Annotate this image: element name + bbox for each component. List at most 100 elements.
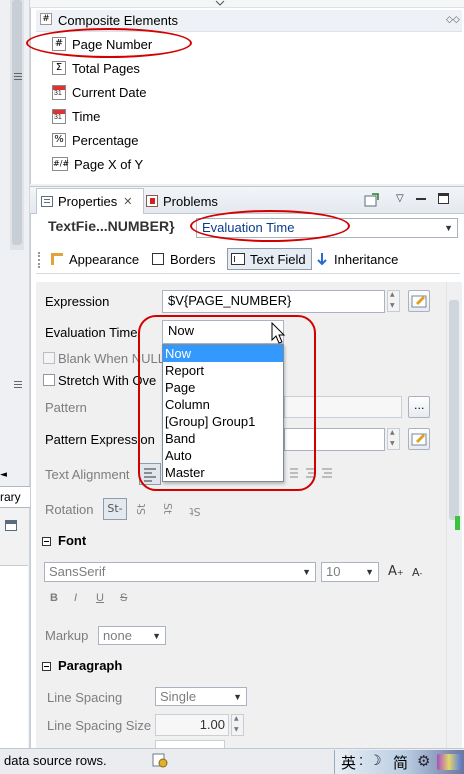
calendar-icon: 31 <box>52 84 66 100</box>
tab-problems-label: Problems <box>163 193 218 209</box>
pencil-icon <box>411 295 427 308</box>
minimize-icon[interactable] <box>416 198 426 200</box>
page-x-of-y-icon: #/# <box>52 157 69 171</box>
tab-borders[interactable]: Borders <box>152 248 216 270</box>
close-icon[interactable]: ✕ <box>123 195 132 208</box>
tab-text-field-label: Text Field <box>250 251 306 267</box>
left-scrollbar-thumb[interactable] <box>12 0 22 245</box>
maximize-icon[interactable] <box>438 193 449 204</box>
library-tab[interactable]: rary <box>0 486 30 508</box>
pattern-expression-spinner[interactable] <box>387 428 400 450</box>
line-spacing-size-label: Line Spacing Size <box>47 718 152 733</box>
chevron-down-icon: ▼ <box>302 567 311 577</box>
status-message: data source rows. <box>4 753 107 768</box>
pattern-button[interactable]: ... <box>408 396 430 418</box>
palette-item-total-pages[interactable]: Σ Total Pages <box>52 57 140 79</box>
chevron-down-icon: ▼ <box>365 567 374 577</box>
palette-item-page-x-of-y[interactable]: #/# Page X of Y <box>52 153 143 175</box>
open-view-icon[interactable] <box>364 193 380 207</box>
view-menu-icon[interactable]: ▽ <box>396 193 408 205</box>
element-title: TextFie...NUMBER} <box>48 218 175 234</box>
line-spacing-label: Line Spacing <box>47 690 123 705</box>
palette-collapse-icon[interactable]: ◇◇ <box>446 15 460 25</box>
chevron-down-icon: ▼ <box>444 223 453 233</box>
expression-editor-button[interactable] <box>408 290 430 312</box>
paragraph-section-title: Paragraph <box>58 658 123 673</box>
properties-scrollbar-thumb[interactable] <box>449 300 459 520</box>
chevron-down-icon: ▼ <box>152 631 161 641</box>
palette-item-time[interactable]: 31 Time <box>52 105 100 127</box>
italic-button[interactable]: I <box>74 592 77 604</box>
tab-inheritance-label: Inheritance <box>334 251 399 267</box>
ime-separator: : <box>359 752 364 769</box>
sigma-icon: Σ <box>52 61 66 75</box>
rotation-none-button[interactable]: St- <box>103 498 127 520</box>
expression-label: Expression <box>45 294 110 309</box>
palette-scroll-up-icon[interactable] <box>208 0 232 6</box>
font-section-collapse-icon[interactable] <box>42 537 51 546</box>
rotation-right-label: St <box>161 503 174 515</box>
markup-combo[interactable]: none ▼ <box>98 626 166 645</box>
text-alignment-label: Text Alignment <box>45 467 130 482</box>
ellipsis-icon: ... <box>414 399 425 412</box>
left-grip-icon <box>14 72 22 80</box>
calendar-icon: 31 <box>52 108 66 124</box>
rotation-right-button[interactable]: St <box>160 498 174 520</box>
text-field-icon <box>231 253 245 265</box>
underline-button[interactable]: U <box>96 592 104 604</box>
decrease-font-icon[interactable]: A- <box>412 566 422 579</box>
font-size-combo[interactable]: 10 ▼ <box>321 562 379 582</box>
pencil-icon <box>411 433 427 446</box>
tab-properties[interactable]: Properties ✕ <box>36 188 144 214</box>
composite-elements-label: Composite Elements <box>58 13 178 28</box>
status-task-icon[interactable] <box>152 752 168 768</box>
line-spacing-combo[interactable]: Single ▼ <box>155 687 247 706</box>
palette-item-label: Time <box>72 108 101 124</box>
palette-item-current-date[interactable]: 31 Current Date <box>52 81 146 103</box>
gear-icon[interactable]: ⚙ <box>417 752 430 770</box>
markup-value: none <box>103 628 132 643</box>
rotation-left-button[interactable]: St <box>135 498 149 520</box>
pattern-expression-editor-button[interactable] <box>408 428 430 450</box>
font-size-value: 10 <box>326 564 341 579</box>
annotation-evaluation-time <box>190 210 350 242</box>
rotation-upside-down-button[interactable]: St <box>183 500 207 518</box>
tab-properties-label: Properties <box>58 194 118 209</box>
font-family-combo[interactable]: SansSerif ▼ <box>44 562 316 582</box>
expression-field[interactable]: $V{PAGE_NUMBER} <box>162 290 385 313</box>
palette-item-label: Total Pages <box>72 60 140 76</box>
palette-item-percentage[interactable]: % Percentage <box>52 129 139 151</box>
ime-toolbar[interactable]: 英 : ☽ 简 ⚙ <box>334 750 464 774</box>
increase-font-icon[interactable]: A+ <box>388 564 404 579</box>
restore-view-icon[interactable] <box>5 520 17 531</box>
evaluation-time-label: Evaluation Time <box>45 325 138 340</box>
left-lower-panel <box>0 565 28 748</box>
scrollbar-marker <box>455 516 460 530</box>
tabs-grip <box>38 252 42 268</box>
strikethrough-button[interactable]: S <box>120 592 127 604</box>
chevron-down-icon: ▼ <box>233 692 242 702</box>
tab-text-field[interactable]: Text Field <box>227 248 312 270</box>
library-tab-label: rary <box>0 490 21 504</box>
tab-inheritance[interactable]: Inheritance <box>316 248 398 270</box>
line-spacing-size-spinner[interactable] <box>231 714 244 736</box>
collapse-left-icon[interactable]: ◄ <box>0 470 8 480</box>
ime-simplified-label[interactable]: 简 <box>393 752 408 773</box>
blank-when-null-checkbox[interactable] <box>43 352 55 364</box>
problems-icon <box>146 195 158 207</box>
rotation-none-label: St- <box>107 502 123 515</box>
bold-button[interactable]: B <box>50 592 58 604</box>
pattern-label: Pattern <box>45 400 87 415</box>
tab-borders-label: Borders <box>170 251 216 267</box>
expression-spinner[interactable] <box>387 290 400 312</box>
palette-item-label: Percentage <box>72 132 139 148</box>
markup-label: Markup <box>45 628 89 643</box>
line-spacing-size-field[interactable]: 1.00 <box>155 714 229 736</box>
ime-english-label[interactable]: 英 <box>341 752 356 773</box>
paragraph-section-collapse-icon[interactable] <box>42 662 51 671</box>
tab-problems[interactable]: Problems <box>146 190 218 212</box>
moon-icon[interactable]: ☽ <box>369 753 382 769</box>
ime-skin-icon <box>437 754 461 770</box>
tab-appearance[interactable]: Appearance <box>50 248 139 270</box>
stretch-with-overflow-checkbox[interactable] <box>43 374 55 386</box>
